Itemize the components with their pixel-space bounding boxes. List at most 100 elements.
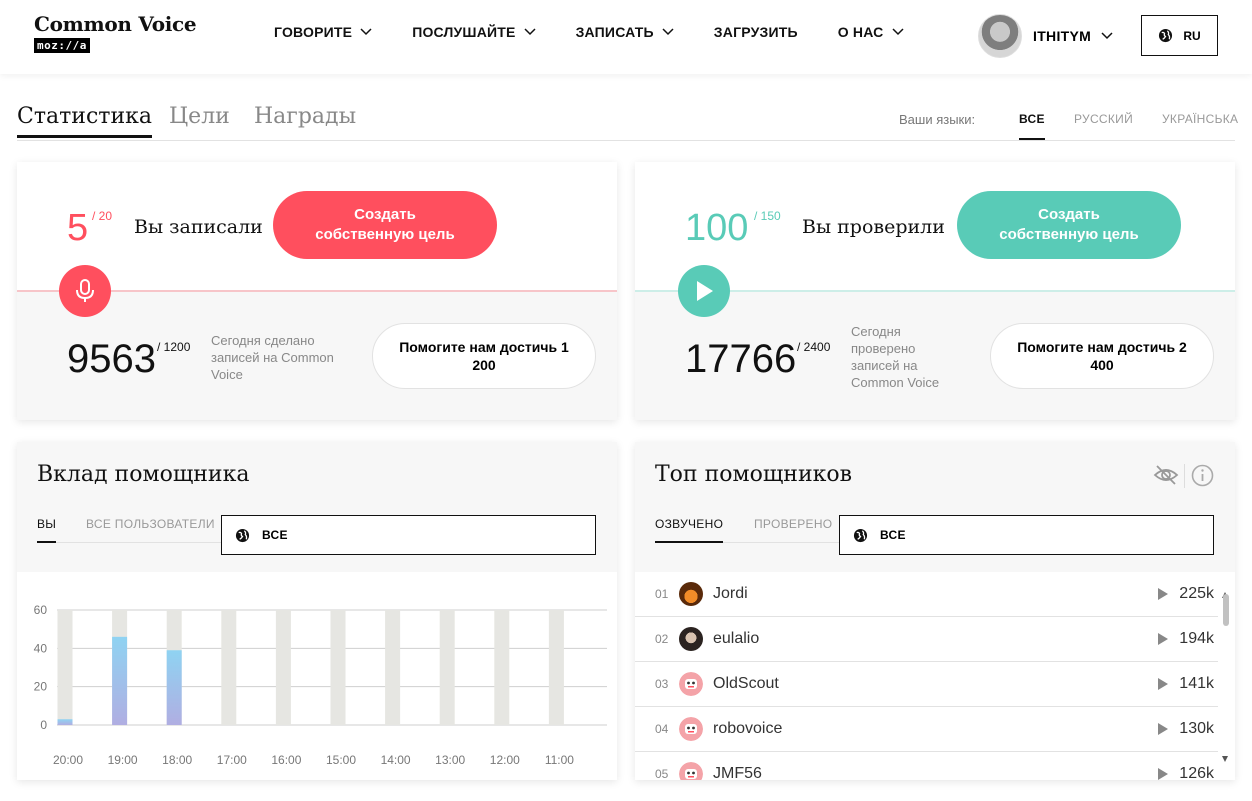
- subtab-all-users[interactable]: ВСЕ ПОЛЬЗОВАТЕЛИ: [86, 517, 215, 531]
- subtab-recorded[interactable]: ОЗВУЧЕНО: [655, 517, 724, 543]
- tab-stats[interactable]: Статистика: [17, 104, 152, 138]
- language-filter-russian[interactable]: РУССКИЙ: [1074, 112, 1133, 126]
- common-voice-logo[interactable]: Common Voice moz://a: [34, 12, 197, 54]
- help-reach-goal-button[interactable]: Помогите нам достичь 1 200: [372, 323, 596, 389]
- play-icon: [678, 265, 730, 317]
- x-tick-label: 18:00: [162, 753, 192, 767]
- chart-bar-background: [439, 610, 455, 725]
- y-tick-label: 40: [34, 641, 48, 655]
- y-tick-label: 0: [40, 718, 47, 732]
- subtab-you[interactable]: ВЫ: [37, 517, 57, 543]
- leaderboard-row[interactable]: 02 eulalio 194k: [635, 617, 1218, 662]
- chart-bar-background: [548, 610, 564, 725]
- contribution-title: Вклад помощника: [37, 462, 250, 487]
- leader-name: robovoice: [713, 720, 783, 737]
- leaderboard-row[interactable]: 04 robovoice 130k: [635, 707, 1218, 752]
- tab-goals[interactable]: Цели: [169, 104, 230, 129]
- play-icon[interactable]: [1157, 768, 1169, 780]
- nav-item-label: ГОВОРИТЕ: [274, 24, 353, 40]
- leaderboard-list[interactable]: 01 Jordi 225k 02 eulalio 194k 03 OldScou…: [635, 572, 1235, 780]
- x-tick-label: 17:00: [217, 753, 247, 767]
- record-stats-card: 5 / 20 Вы записали Создать собственную ц…: [17, 162, 617, 420]
- chevron-down-icon: [662, 28, 674, 36]
- validated-label: Вы проверили: [802, 216, 945, 238]
- mozilla-logo: moz://a: [34, 38, 90, 53]
- leaderboard-row[interactable]: 05 JMF56 126k: [635, 752, 1218, 780]
- language-filter-all[interactable]: ВСЕ: [1019, 112, 1045, 140]
- leader-count: 141k: [1179, 675, 1214, 692]
- recorded-count: 5: [67, 207, 89, 249]
- leaderboard-title: Топ помощников: [655, 462, 853, 487]
- globe-icon: [853, 528, 868, 542]
- x-tick-label: 15:00: [326, 753, 356, 767]
- y-tick-label: 60: [34, 603, 48, 617]
- top-header: Common Voice moz://a ГОВОРИТЕ ПОСЛУШАЙТЕ…: [0, 0, 1252, 74]
- main-nav: ГОВОРИТЕ ПОСЛУШАЙТЕ ЗАПИСАТЬ ЗАГРУЗИТЬ О…: [274, 24, 944, 40]
- nav-item-upload[interactable]: ЗАГРУЗИТЬ: [714, 24, 798, 40]
- create-goal-button[interactable]: Создать собственную цель: [957, 191, 1181, 259]
- languages-label: Ваши языки:: [899, 112, 976, 127]
- language-select-value: ВСЕ: [880, 528, 906, 542]
- play-icon[interactable]: [1157, 678, 1169, 690]
- leader-name: eulalio: [713, 630, 760, 647]
- dashboard-tabs: Статистика Цели Награды Ваши языки: ВСЕ …: [17, 104, 1238, 141]
- info-icon[interactable]: [1191, 464, 1214, 487]
- y-tick-label: 20: [34, 680, 48, 694]
- chevron-down-icon: [524, 28, 536, 36]
- hide-eye-icon[interactable]: [1153, 463, 1179, 487]
- leaderboard-panel: Топ помощников ОЗВУЧЕНО ПРОВЕРЕНО ВСЕ 01…: [635, 442, 1235, 780]
- recorded-goal: / 20: [92, 209, 113, 223]
- play-icon[interactable]: [1157, 633, 1169, 645]
- scrollbar-thumb[interactable]: [1223, 594, 1229, 626]
- play-icon[interactable]: [1157, 588, 1169, 600]
- nav-item-write[interactable]: ЗАПИСАТЬ: [576, 24, 674, 40]
- leaderboard-row[interactable]: 01 Jordi 225k: [635, 572, 1218, 617]
- play-icon[interactable]: [1157, 723, 1169, 735]
- help-reach-goal-button[interactable]: Помогите нам достичь 2 400: [990, 323, 1214, 389]
- today-validations-text: Сегодня проверено записей на Common Voic…: [851, 324, 940, 390]
- x-tick-label: 11:00: [545, 753, 574, 767]
- avatar: [679, 627, 703, 651]
- create-goal-button[interactable]: Создать собственную цель: [273, 191, 497, 259]
- leaderboard-row[interactable]: 03 OldScout 141k: [635, 662, 1218, 707]
- language-button[interactable]: RU: [1141, 15, 1218, 56]
- leader-count: 126k: [1179, 765, 1214, 780]
- chart-bar-background: [221, 610, 237, 725]
- leader-count: 225k: [1179, 585, 1214, 602]
- x-tick-label: 14:00: [381, 753, 411, 767]
- today-recordings-count: 9563: [67, 337, 156, 381]
- x-tick-label: 20:00: [53, 753, 83, 767]
- today-validations-goal: / 2400: [797, 340, 831, 354]
- icon-divider: [1184, 464, 1185, 488]
- language-select[interactable]: ВСЕ: [221, 515, 596, 555]
- language-filter-ukrainian[interactable]: УКРАЇНСЬКА: [1162, 112, 1238, 126]
- tab-awards[interactable]: Награды: [254, 104, 356, 129]
- leader-name: JMF56: [713, 765, 762, 780]
- avatar: [978, 14, 1022, 58]
- leader-rank: 04: [655, 722, 669, 736]
- nav-item-speak[interactable]: ГОВОРИТЕ: [274, 24, 372, 40]
- nav-item-about[interactable]: О НАС: [838, 24, 904, 40]
- chevron-down-icon: [891, 28, 904, 36]
- today-validations-count: 17766: [685, 337, 797, 381]
- leader-rank: 02: [655, 632, 669, 646]
- leader-rank: 03: [655, 677, 669, 691]
- user-menu[interactable]: ITHITYM: [978, 14, 1113, 58]
- nav-item-label: ЗАГРУЗИТЬ: [713, 24, 798, 40]
- language-select-value: ВСЕ: [262, 528, 288, 542]
- chart-bar-background: [275, 610, 291, 725]
- microphone-icon: [59, 265, 111, 317]
- globe-icon: [1159, 28, 1173, 43]
- chart-bar-background: [57, 610, 73, 725]
- x-tick-label: 12:00: [490, 753, 520, 767]
- contribution-chart-svg: 0 20 40 60 20:00 19:00 18:00 17:00 16:00 15:00 14:…: [34, 603, 607, 767]
- robot-avatar-icon: [679, 672, 703, 696]
- subtab-validated[interactable]: ПРОВЕРЕНО: [754, 517, 832, 531]
- nav-item-label: ПОСЛУШАЙТЕ: [412, 24, 516, 40]
- nav-item-label: ЗАПИСАТЬ: [575, 24, 654, 40]
- chevron-down-icon: [1101, 32, 1113, 40]
- nav-item-listen[interactable]: ПОСЛУШАЙТЕ: [412, 24, 536, 40]
- language-select[interactable]: ВСЕ: [839, 515, 1214, 555]
- globe-icon: [235, 528, 250, 542]
- robot-avatar-icon: [679, 717, 703, 741]
